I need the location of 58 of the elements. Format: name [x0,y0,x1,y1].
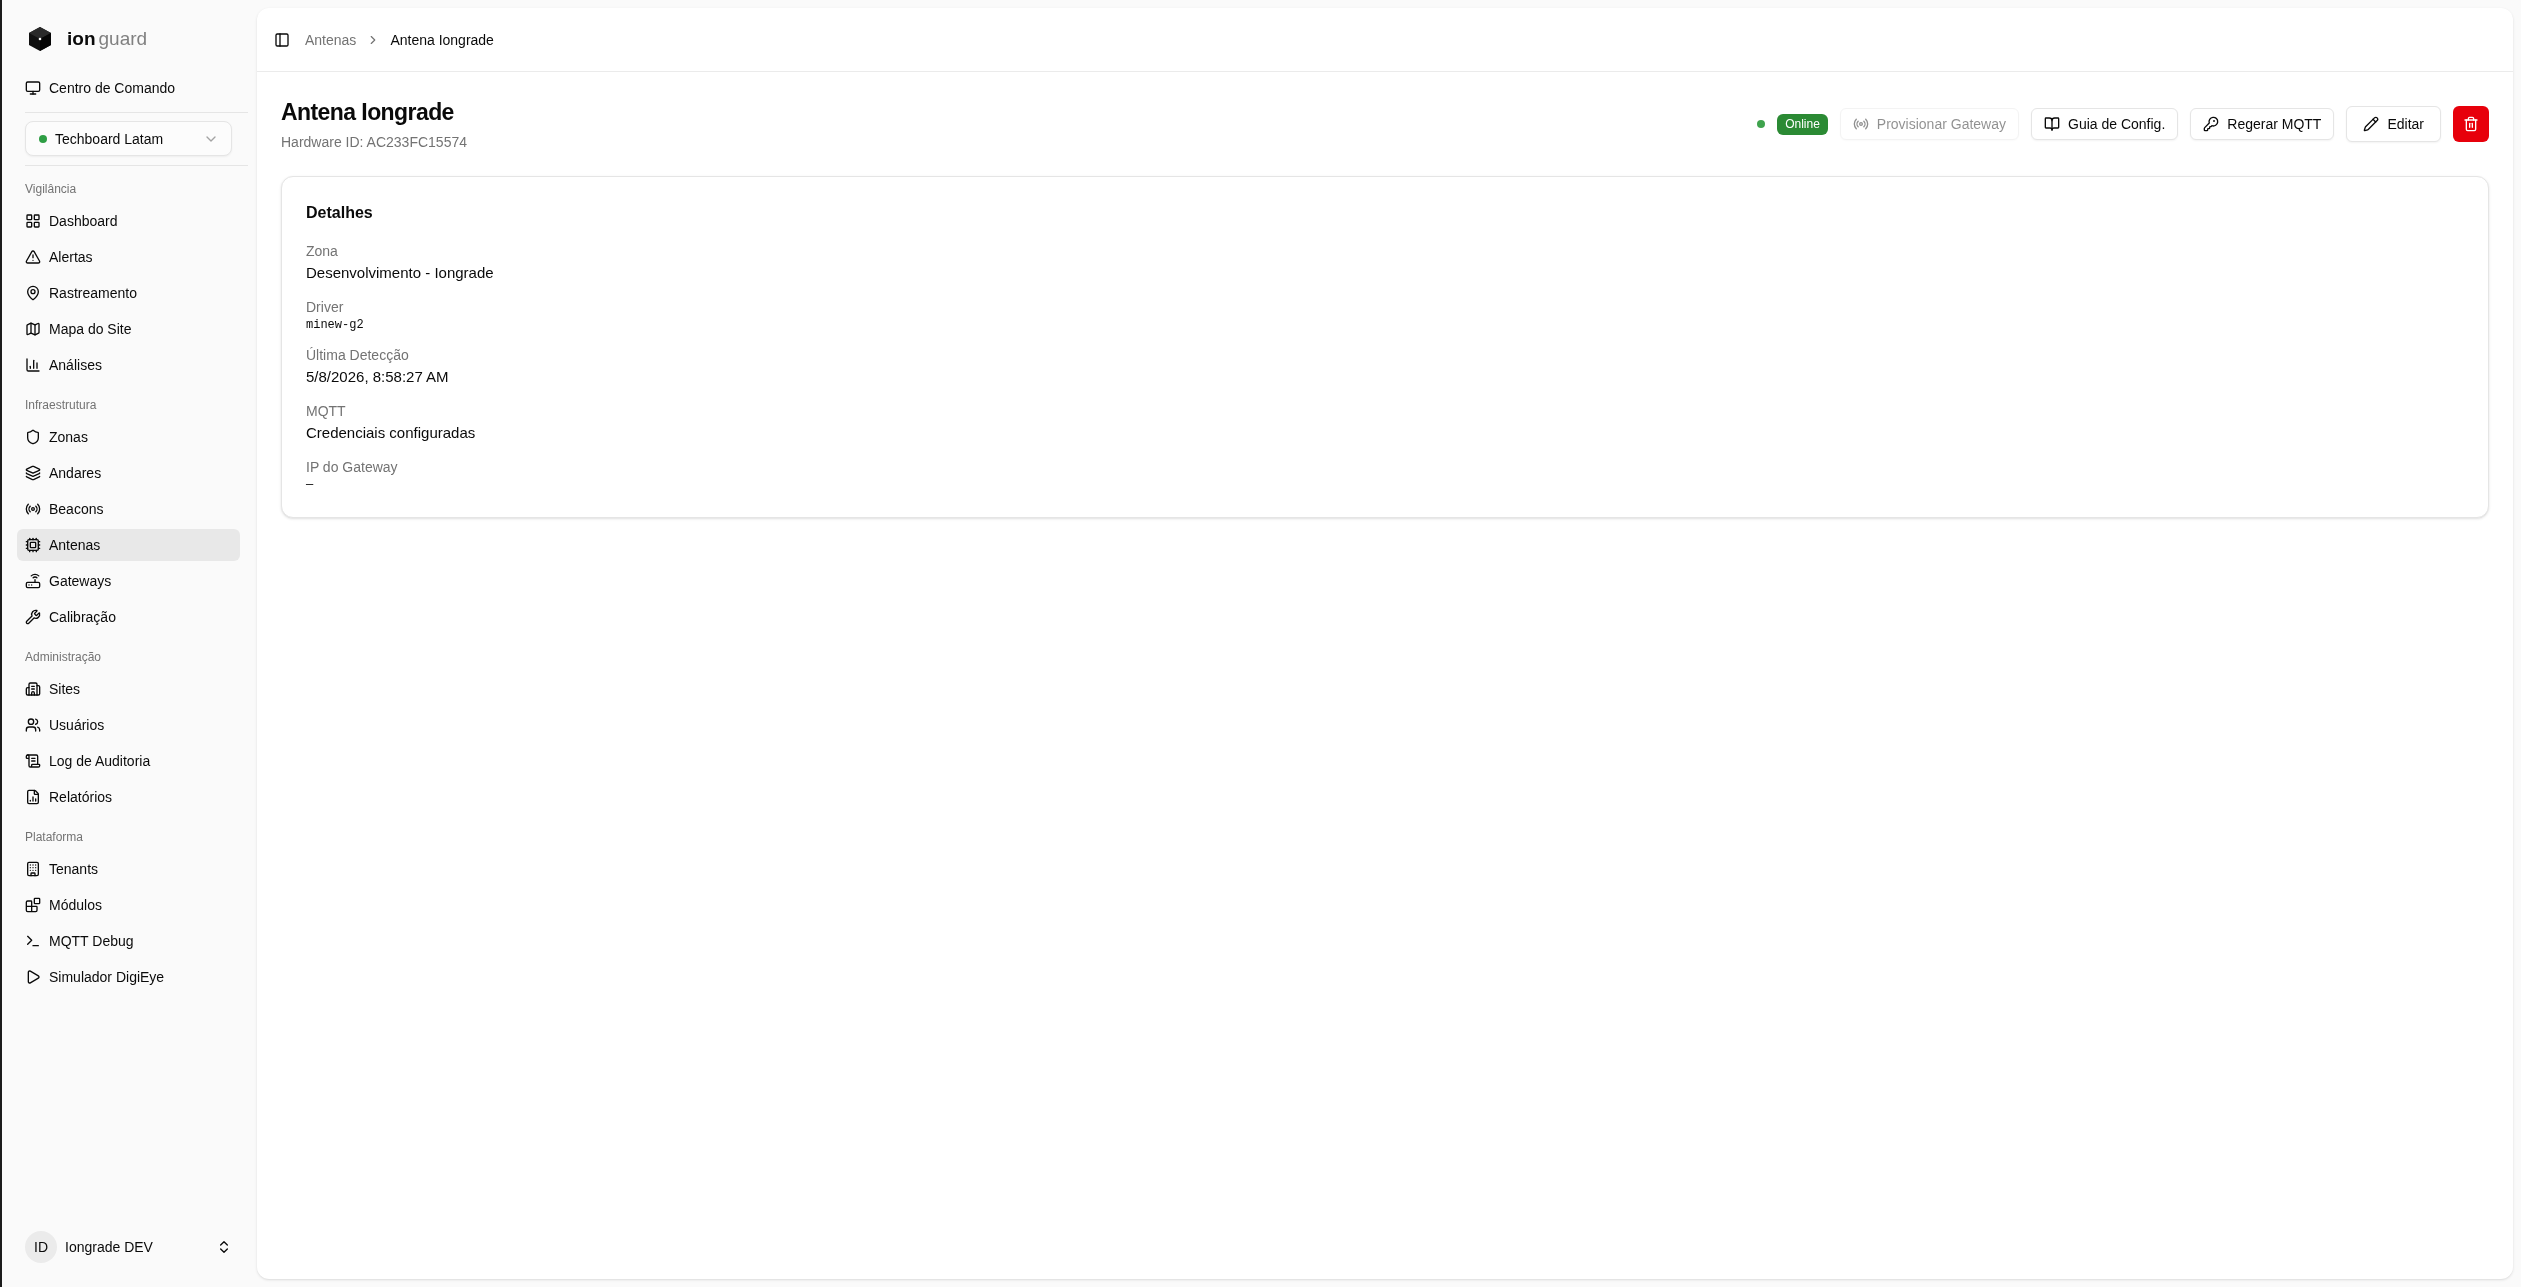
field-value: Credenciais configuradas [306,423,476,443]
field-label: Zona [306,242,338,261]
blocks-icon [25,897,41,913]
field-value: Desenvolvimento - Iongrade [306,263,494,283]
bar-chart-icon [25,357,41,373]
tenant-select[interactable]: Techboard Latam [25,121,232,156]
field-label: IP do Gateway [306,458,398,477]
pencil-icon [2363,116,2380,132]
grid-icon [25,213,41,229]
cube-logo-icon [27,26,53,52]
action-button[interactable]: Regerar MQTT [2190,108,2335,140]
router-icon [25,573,41,589]
building-icon [25,861,41,877]
sidebar-section-title: Vigilância [24,181,78,198]
terminal-icon [25,933,41,949]
action-button[interactable]: Guia de Config. [2031,108,2179,140]
status-badge: Online [1777,113,1828,135]
book-icon [2044,116,2060,132]
field-value: minew-g2 [306,317,364,333]
field-label: Driver [306,298,344,317]
users-icon [25,717,41,733]
delete-button[interactable] [2453,106,2489,142]
sidebar-section-title: Administração [24,649,103,666]
page-title: Antena Iongrade [281,98,454,127]
hardware-id-text: Hardware ID: AC233FC15574 [281,133,467,152]
brand-name: ion [67,27,96,51]
sidebar-item[interactable]: Antenas [17,529,240,561]
building-icon [25,681,41,697]
brand-name-suffix: guard [98,27,148,51]
play-icon [25,969,41,985]
key-icon [2203,116,2220,132]
scroll-icon [25,753,41,769]
command-center-link[interactable]: Centro de Comando [17,72,240,104]
warning-icon [25,249,41,265]
sidebar-section-title: Plataforma [24,829,85,846]
file-chart-icon [25,789,41,805]
card-title: Detalhes [306,203,373,223]
sidebar-section-title: Infraestrutura [24,397,98,414]
user-menu-button[interactable]: ID Iongrade DEV [17,1223,240,1271]
broadcast-icon [1852,116,1869,132]
monitor-icon [25,80,41,96]
action-button[interactable]: Editar [2346,106,2441,142]
chip-icon [25,537,41,553]
map-icon [25,321,41,337]
wrench-icon [25,609,41,625]
field-label: MQTT [306,402,346,421]
sidebar-toggle-icon[interactable] [274,31,290,48]
field-value: — [306,477,314,493]
layers-icon [25,465,41,481]
breadcrumb-current-page: Antena Iongrade [390,30,494,50]
broadcast-icon [25,501,41,517]
field-label: Última Detecção [306,346,409,365]
breadcrumb-link[interactable]: Antenas [305,29,357,50]
shield-icon [25,429,41,445]
field-value: 5/8/2026, 8:58:27 AM [306,367,449,387]
user-avatar: ID [25,1231,57,1263]
map-pin-icon [25,285,41,301]
trash-icon [2463,116,2479,132]
